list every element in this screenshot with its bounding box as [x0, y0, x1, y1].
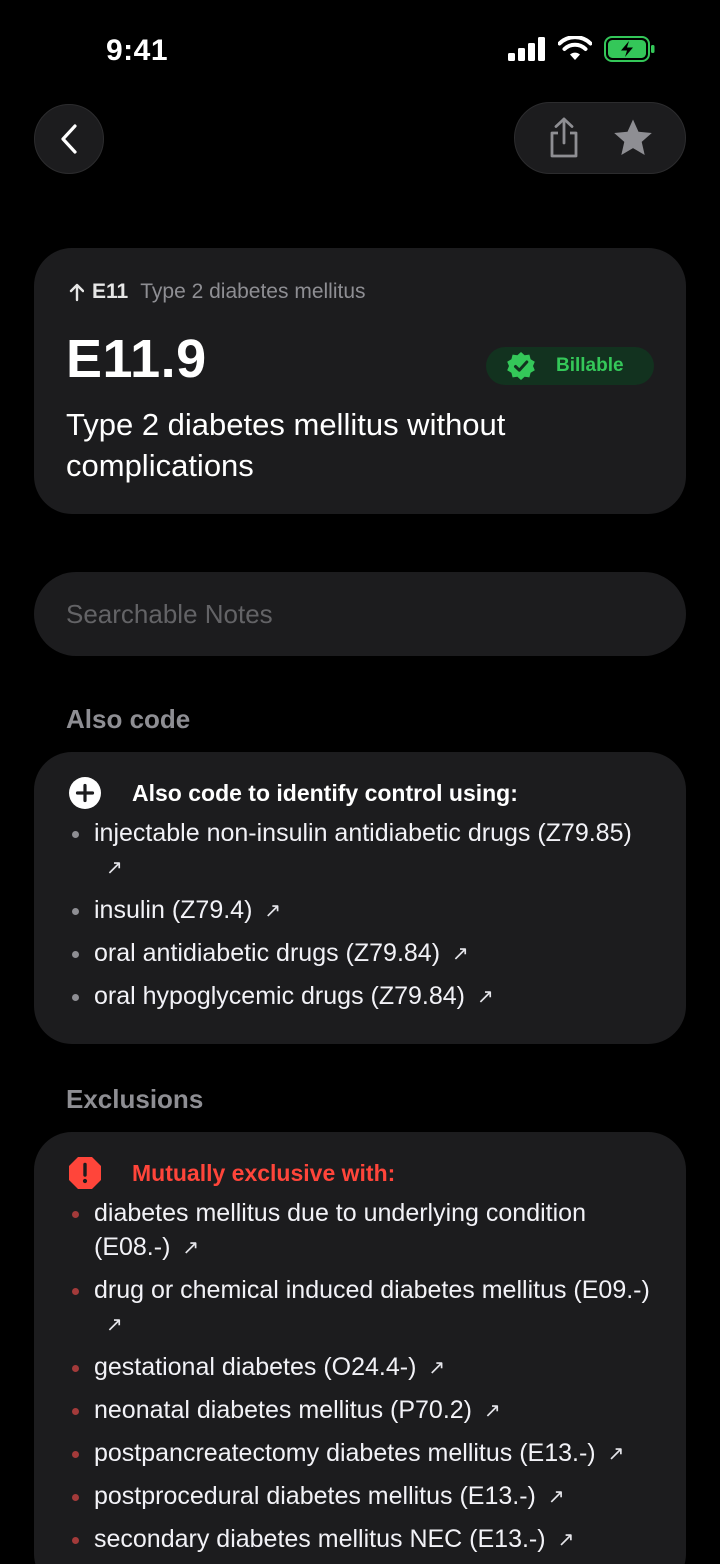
back-chevron-icon	[61, 124, 77, 154]
external-arrow-icon: ↗	[607, 1443, 625, 1465]
plus-circle-icon	[69, 777, 101, 809]
back-button[interactable]	[34, 104, 104, 174]
bullet-dot	[72, 1211, 79, 1218]
bullet-dot	[72, 1408, 79, 1415]
bullet-dot	[72, 1365, 79, 1372]
external-arrow-icon: ↗	[264, 900, 282, 922]
external-arrow-icon: ↗	[182, 1237, 200, 1259]
bullet-dot	[72, 831, 79, 838]
code-title: E11.9	[66, 329, 207, 389]
notes-search-field[interactable]	[34, 572, 686, 656]
battery-charging-icon	[604, 36, 655, 62]
list-item[interactable]: neonatal diabetes mellitus (P70.2) ↗	[68, 1393, 654, 1428]
list-item[interactable]: oral antidiabetic drugs (Z79.84) ↗	[68, 936, 654, 971]
parent-code-link[interactable]: E11 Type 2 diabetes mellitus	[66, 280, 366, 304]
exclusions-section-title: Exclusions	[66, 1084, 204, 1114]
also-code-heading-row: Also code to identify control using:	[68, 776, 654, 810]
bullet-dot	[72, 1451, 79, 1458]
billable-badge: Billable	[486, 347, 654, 385]
list-item[interactable]: secondary diabetes mellitus NEC (E13.-) ↗	[68, 1522, 654, 1557]
list-item[interactable]: gestational diabetes (O24.4-) ↗	[68, 1350, 654, 1385]
also-code-list: injectable non-insulin antidiabetic drug…	[68, 816, 654, 1014]
exclusions-heading-row: Mutually exclusive with:	[68, 1156, 654, 1190]
external-arrow-icon: ↗	[477, 986, 494, 1008]
also-code-section-title: Also code	[66, 704, 191, 734]
share-icon[interactable]	[547, 117, 581, 159]
list-item[interactable]: oral hypoglycemic drugs (Z79.84) ↗	[68, 979, 654, 1014]
bullet-dot	[72, 1288, 79, 1295]
external-arrow-icon: ↗	[428, 1357, 446, 1379]
code-description: Type 2 diabetes mellitus without complic…	[66, 407, 506, 483]
badge-label: Billable	[556, 355, 624, 376]
external-arrow-icon: ↗	[106, 1314, 123, 1336]
status-bar: 9:41	[0, 0, 720, 100]
alert-octagon-icon	[69, 1157, 101, 1189]
external-arrow-icon: ↗	[547, 1486, 565, 1508]
bullet-dot	[72, 1537, 79, 1544]
parent-code: E11	[92, 280, 129, 303]
list-item[interactable]: diabetes mellitus due to underlying cond…	[68, 1196, 654, 1265]
up-arrow-icon	[69, 283, 84, 302]
external-arrow-icon: ↗	[484, 1400, 501, 1422]
bullet-dot	[72, 994, 79, 1001]
list-item[interactable]: insulin (Z79.4) ↗	[68, 893, 654, 928]
exclusions-heading: Mutually exclusive with:	[132, 1159, 396, 1186]
notes-search-input[interactable]	[66, 598, 686, 630]
external-arrow-icon: ↗	[557, 1529, 575, 1551]
external-arrow-icon: ↗	[452, 943, 469, 965]
cellular-signal-icon	[508, 37, 545, 61]
exclusions-card: Mutually exclusive with: diabetes mellit…	[34, 1132, 686, 1564]
also-code-heading: Also code to identify control using:	[132, 779, 518, 806]
list-item[interactable]: drug or chemical induced diabetes mellit…	[68, 1273, 654, 1342]
status-time: 9:41	[106, 34, 169, 67]
external-arrow-icon: ↗	[106, 857, 123, 879]
also-code-card: Also code to identify control using: inj…	[34, 752, 686, 1044]
status-icons	[508, 36, 656, 62]
bullet-dot	[72, 908, 79, 915]
wifi-icon	[558, 36, 592, 60]
code-header-card: E11 Type 2 diabetes mellitus E11.9 Billa…	[34, 248, 686, 514]
star-icon[interactable]	[612, 118, 654, 158]
list-item[interactable]: postpancreatectomy diabetes mellitus (E1…	[68, 1436, 654, 1471]
bullet-dot	[72, 1494, 79, 1501]
header-actions	[514, 102, 686, 174]
parent-description: Type 2 diabetes mellitus	[140, 280, 366, 303]
list-item[interactable]: injectable non-insulin antidiabetic drug…	[68, 816, 654, 885]
list-item[interactable]: postprocedural diabetes mellitus (E13.-)…	[68, 1479, 654, 1514]
verified-check-icon	[507, 352, 535, 380]
bullet-dot	[72, 951, 79, 958]
exclusions-list: diabetes mellitus due to underlying cond…	[68, 1196, 654, 1557]
